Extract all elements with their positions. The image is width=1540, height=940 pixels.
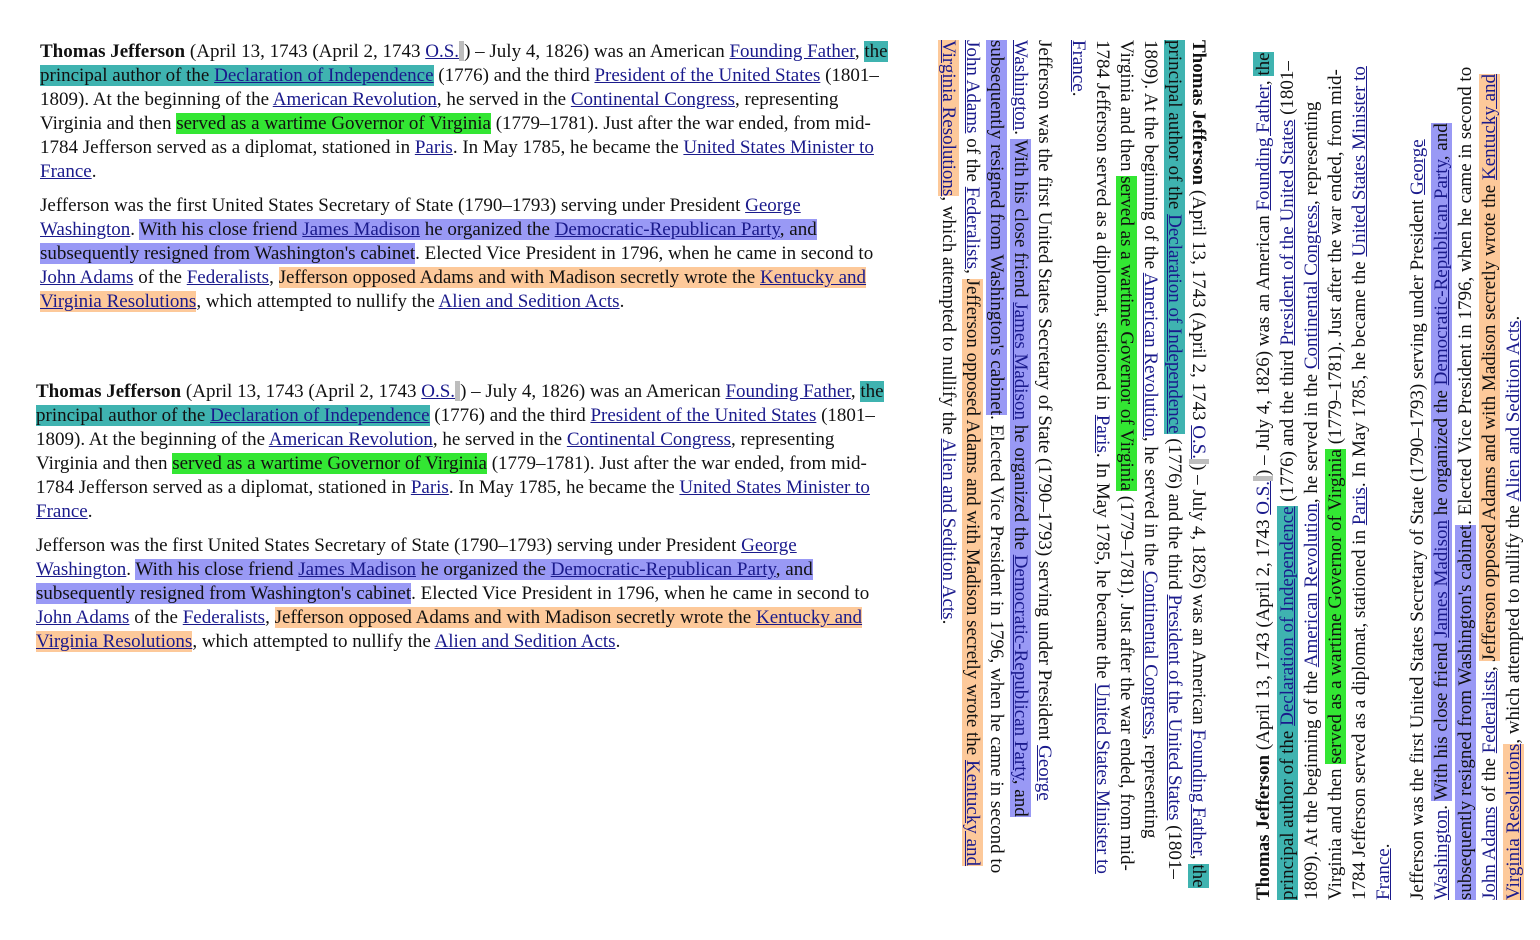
link-declaration[interactable]: Declaration of Independence <box>1277 506 1298 725</box>
paragraph-2: Jefferson was the first United States Se… <box>36 535 870 652</box>
link-alien-sedition-acts[interactable]: Alien and Sedition Acts <box>938 439 959 620</box>
link-james-madison[interactable]: James Madison <box>1010 302 1031 420</box>
link-founding-father[interactable]: Founding Father <box>1253 85 1274 210</box>
link-democratic-republican-party[interactable]: Democratic-Republican Party <box>1431 160 1452 385</box>
link-american-revolution[interactable]: American Revolution <box>1140 273 1161 437</box>
link-founding-father[interactable]: Founding Father <box>729 41 854 62</box>
article-rotated-counterclockwise: Thomas Jefferson (April 13, 1743 (April … <box>1252 40 1526 900</box>
link-democratic-republican-party[interactable]: Democratic-Republican Party <box>551 559 776 580</box>
link-john-adams[interactable]: John Adams <box>962 40 983 133</box>
highlight-green: served as a wartime Governor of Virginia <box>1116 176 1137 491</box>
article-subject: Thomas Jefferson <box>1253 754 1274 900</box>
link-founding-father[interactable]: Founding Father <box>1188 729 1209 854</box>
link-old-style[interactable]: O.S. <box>425 41 459 62</box>
gray-marker <box>1253 475 1273 481</box>
link-old-style[interactable]: O.S. <box>421 381 455 402</box>
link-federalists[interactable]: Federalists <box>183 607 265 628</box>
article-subject: Thomas Jefferson <box>1188 40 1209 186</box>
link-federalists[interactable]: Federalists <box>1479 671 1500 753</box>
paragraph-1: Thomas Jefferson (April 13, 1743 (April … <box>1253 52 1394 900</box>
link-president[interactable]: President of the United States <box>1164 594 1185 820</box>
paragraph-1: Thomas Jefferson (April 13, 1743 (April … <box>36 381 884 522</box>
link-old-style[interactable]: O.S. <box>1188 425 1209 459</box>
article-subject: Thomas Jefferson <box>36 381 182 402</box>
link-continental-congress[interactable]: Continental Congress <box>1301 205 1322 369</box>
link-alien-sedition-acts[interactable]: Alien and Sedition Acts <box>1503 320 1524 501</box>
link-declaration[interactable]: Declaration of Independence <box>1164 214 1185 433</box>
highlight-green: served as a wartime Governor of Virginia <box>172 453 487 474</box>
article-mirrored-vertical: Thomas Jefferson (April 13, 1743 (April … <box>36 74 896 652</box>
link-continental-congress[interactable]: Continental Congress <box>1140 571 1161 735</box>
link-paris[interactable]: Paris <box>1349 487 1370 525</box>
link-president[interactable]: President of the United States <box>1277 120 1298 346</box>
highlight-green: served as a wartime Governor of Virginia <box>1325 449 1346 764</box>
link-paris[interactable]: Paris <box>411 477 449 498</box>
link-john-adams[interactable]: John Adams <box>36 607 129 628</box>
link-james-madison[interactable]: James Madison <box>298 559 416 580</box>
link-john-adams[interactable]: John Adams <box>1479 807 1500 900</box>
link-founding-father[interactable]: Founding Father <box>725 381 850 402</box>
link-james-madison[interactable]: James Madison <box>1431 520 1452 638</box>
link-democratic-republican-party[interactable]: Democratic-Republican Party <box>1010 555 1031 780</box>
paragraph-1: Thomas Jefferson (April 13, 1743 (April … <box>1068 40 1209 888</box>
link-president[interactable]: President of the United States <box>590 405 816 426</box>
link-federalists[interactable]: Federalists <box>962 187 983 269</box>
article-subject: Thomas Jefferson <box>40 41 186 62</box>
article-rotated-clockwise: Thomas Jefferson (April 13, 1743 (April … <box>936 40 1210 900</box>
link-declaration[interactable]: Declaration of Independence <box>210 405 429 426</box>
link-paris[interactable]: Paris <box>1092 415 1113 453</box>
paragraph-2: Jefferson was the first United States Se… <box>1407 66 1524 900</box>
article-mirrored-inner: Thomas Jefferson (April 13, 1743 (April … <box>36 380 896 654</box>
link-alien-sedition-acts[interactable]: Alien and Sedition Acts <box>435 631 616 652</box>
link-old-style[interactable]: O.S. <box>1253 481 1274 515</box>
link-american-revolution[interactable]: American Revolution <box>1301 503 1322 667</box>
link-american-revolution[interactable]: American Revolution <box>269 429 433 450</box>
link-continental-congress[interactable]: Continental Congress <box>567 429 731 450</box>
paragraph-2: Jefferson was the first United States Se… <box>938 40 1055 874</box>
